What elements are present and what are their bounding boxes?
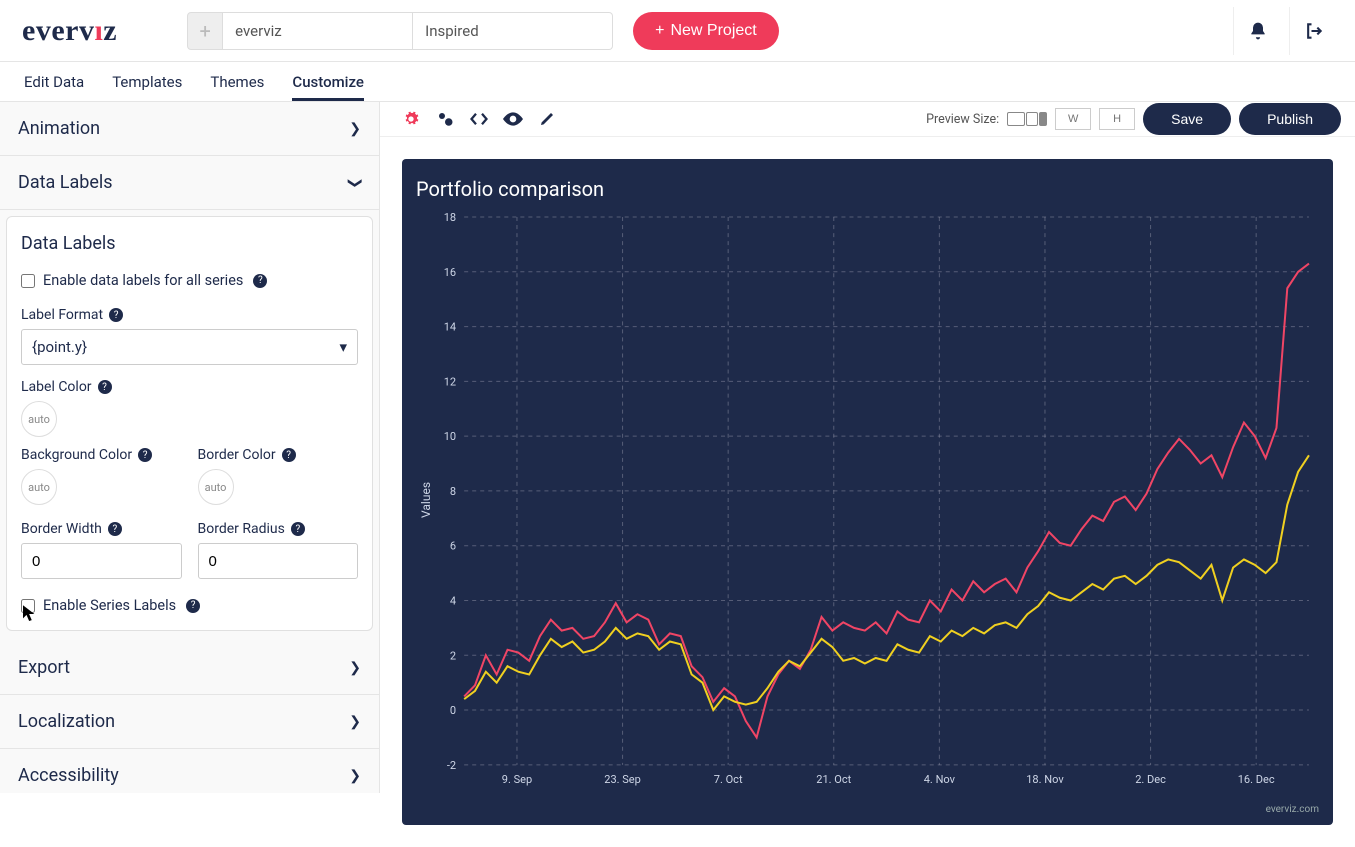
label-format-select[interactable]: {point.y}▾ xyxy=(21,329,358,365)
preview-width-input[interactable] xyxy=(1055,108,1091,130)
panel-export[interactable]: Export❯ xyxy=(0,641,379,695)
help-icon[interactable]: ? xyxy=(186,599,200,613)
chart-pane: Preview Size: Save Publish Portfolio com… xyxy=(380,102,1355,793)
svg-text:16: 16 xyxy=(444,266,456,279)
data-labels-title: Data Labels xyxy=(21,233,358,254)
svg-text:21. Oct: 21. Oct xyxy=(816,773,851,786)
help-icon[interactable]: ? xyxy=(108,522,122,536)
help-icon[interactable]: ? xyxy=(98,380,112,394)
svg-text:9. Sep: 9. Sep xyxy=(502,773,532,786)
help-icon[interactable]: ? xyxy=(253,274,267,288)
svg-text:12: 12 xyxy=(444,375,456,388)
enable-all-label: Enable data labels for all series xyxy=(43,272,243,289)
svg-text:16. Dec: 16. Dec xyxy=(1238,773,1275,786)
border-radius-label: Border Radius? xyxy=(198,521,359,537)
breadcrumb-org[interactable]: everviz xyxy=(223,12,413,50)
panel-localization[interactable]: Localization❯ xyxy=(0,695,379,749)
border-width-label: Border Width? xyxy=(21,521,182,537)
device-phone[interactable] xyxy=(1039,112,1047,126)
help-icon[interactable]: ? xyxy=(138,448,152,462)
background-color-label: Background Color? xyxy=(21,447,182,463)
gear-icon[interactable] xyxy=(394,102,428,136)
breadcrumb-project[interactable]: Inspired xyxy=(413,12,613,50)
publish-button[interactable]: Publish xyxy=(1239,103,1341,135)
panel-accessibility[interactable]: Accessibility❯ xyxy=(0,749,379,793)
gears-icon[interactable] xyxy=(428,102,462,136)
cursor-icon xyxy=(23,605,37,623)
chevron-right-icon: ❯ xyxy=(349,714,361,730)
label-color-swatch[interactable]: auto xyxy=(21,401,57,437)
label-format-label: Label Format? xyxy=(21,307,358,323)
svg-text:18: 18 xyxy=(444,211,456,224)
label-color-label: Label Color? xyxy=(21,379,358,395)
enable-all-checkbox[interactable] xyxy=(21,274,35,288)
eye-icon[interactable] xyxy=(496,102,530,136)
chevron-down-icon: ❯ xyxy=(347,177,363,189)
svg-text:2: 2 xyxy=(450,649,456,662)
tab-customize[interactable]: Customize xyxy=(292,73,364,101)
plus-icon: + xyxy=(655,22,664,40)
border-color-label: Border Color? xyxy=(198,447,359,463)
svg-text:2. Dec: 2. Dec xyxy=(1135,773,1166,786)
background-color-swatch[interactable]: auto xyxy=(21,469,57,505)
help-icon[interactable]: ? xyxy=(109,308,123,322)
border-radius-input[interactable] xyxy=(198,543,359,579)
svg-text:4. Nov: 4. Nov xyxy=(924,773,956,786)
caret-down-icon: ▾ xyxy=(339,338,347,356)
chart-toolbar: Preview Size: Save Publish xyxy=(380,102,1355,137)
code-icon[interactable] xyxy=(462,102,496,136)
chevron-right-icon: ❯ xyxy=(349,768,361,784)
svg-text:8: 8 xyxy=(450,485,456,498)
enable-series-labels-label: Enable Series Labels xyxy=(43,597,176,614)
topbar: evervız + everviz Inspired + New Project xyxy=(0,0,1355,62)
breadcrumb: + everviz Inspired xyxy=(187,12,613,50)
logo[interactable]: evervız xyxy=(22,14,117,48)
notifications-icon[interactable] xyxy=(1233,7,1281,55)
tab-templates[interactable]: Templates xyxy=(112,73,182,101)
tab-edit-data[interactable]: Edit Data xyxy=(24,73,84,101)
svg-text:18. Nov: 18. Nov xyxy=(1026,773,1064,786)
svg-text:6: 6 xyxy=(450,540,456,553)
preview-height-input[interactable] xyxy=(1099,108,1135,130)
chevron-right-icon: ❯ xyxy=(349,121,361,137)
customize-sidebar: Animation❯ Data Labels❯ Data Labels Enab… xyxy=(0,102,380,793)
tab-themes[interactable]: Themes xyxy=(210,73,264,101)
chevron-right-icon: ❯ xyxy=(349,660,361,676)
preview-size-label: Preview Size: xyxy=(926,112,999,127)
help-icon[interactable]: ? xyxy=(282,448,296,462)
chart-credit[interactable]: everviz.com xyxy=(1266,804,1319,815)
svg-text:10: 10 xyxy=(444,430,456,443)
svg-text:0: 0 xyxy=(450,704,456,717)
svg-text:23. Sep: 23. Sep xyxy=(604,773,641,786)
preview-devices xyxy=(1007,112,1047,126)
add-breadcrumb-button[interactable]: + xyxy=(187,12,223,50)
logout-icon[interactable] xyxy=(1289,7,1337,55)
chart: Portfolio comparison -2 0 2 4 6 8 10 12 14 16 18 9.… xyxy=(402,159,1333,825)
border-color-swatch[interactable]: auto xyxy=(198,469,234,505)
data-labels-body: Data Labels Enable data labels for all s… xyxy=(6,216,373,631)
svg-text:-2: -2 xyxy=(447,759,456,772)
pencil-icon[interactable] xyxy=(530,102,564,136)
panel-data-labels[interactable]: Data Labels❯ xyxy=(0,156,379,210)
save-button[interactable]: Save xyxy=(1143,103,1231,135)
help-icon[interactable]: ? xyxy=(291,522,305,536)
device-tablet[interactable] xyxy=(1026,112,1038,126)
svg-text:4: 4 xyxy=(450,595,456,608)
chart-plot[interactable]: -2 0 2 4 6 8 10 12 14 16 18 9. Sep 23. Sep 7. Oct 21. … xyxy=(416,209,1319,791)
chart-title: Portfolio comparison xyxy=(416,177,1319,201)
tab-strip: Edit Data Templates Themes Customize xyxy=(0,62,1355,102)
border-width-input[interactable] xyxy=(21,543,182,579)
svg-text:7. Oct: 7. Oct xyxy=(714,773,743,786)
svg-text:Values: Values xyxy=(419,482,433,518)
panel-animation[interactable]: Animation❯ xyxy=(0,102,379,156)
svg-text:14: 14 xyxy=(444,321,456,334)
new-project-button[interactable]: + New Project xyxy=(633,12,779,50)
device-desktop[interactable] xyxy=(1007,112,1025,126)
